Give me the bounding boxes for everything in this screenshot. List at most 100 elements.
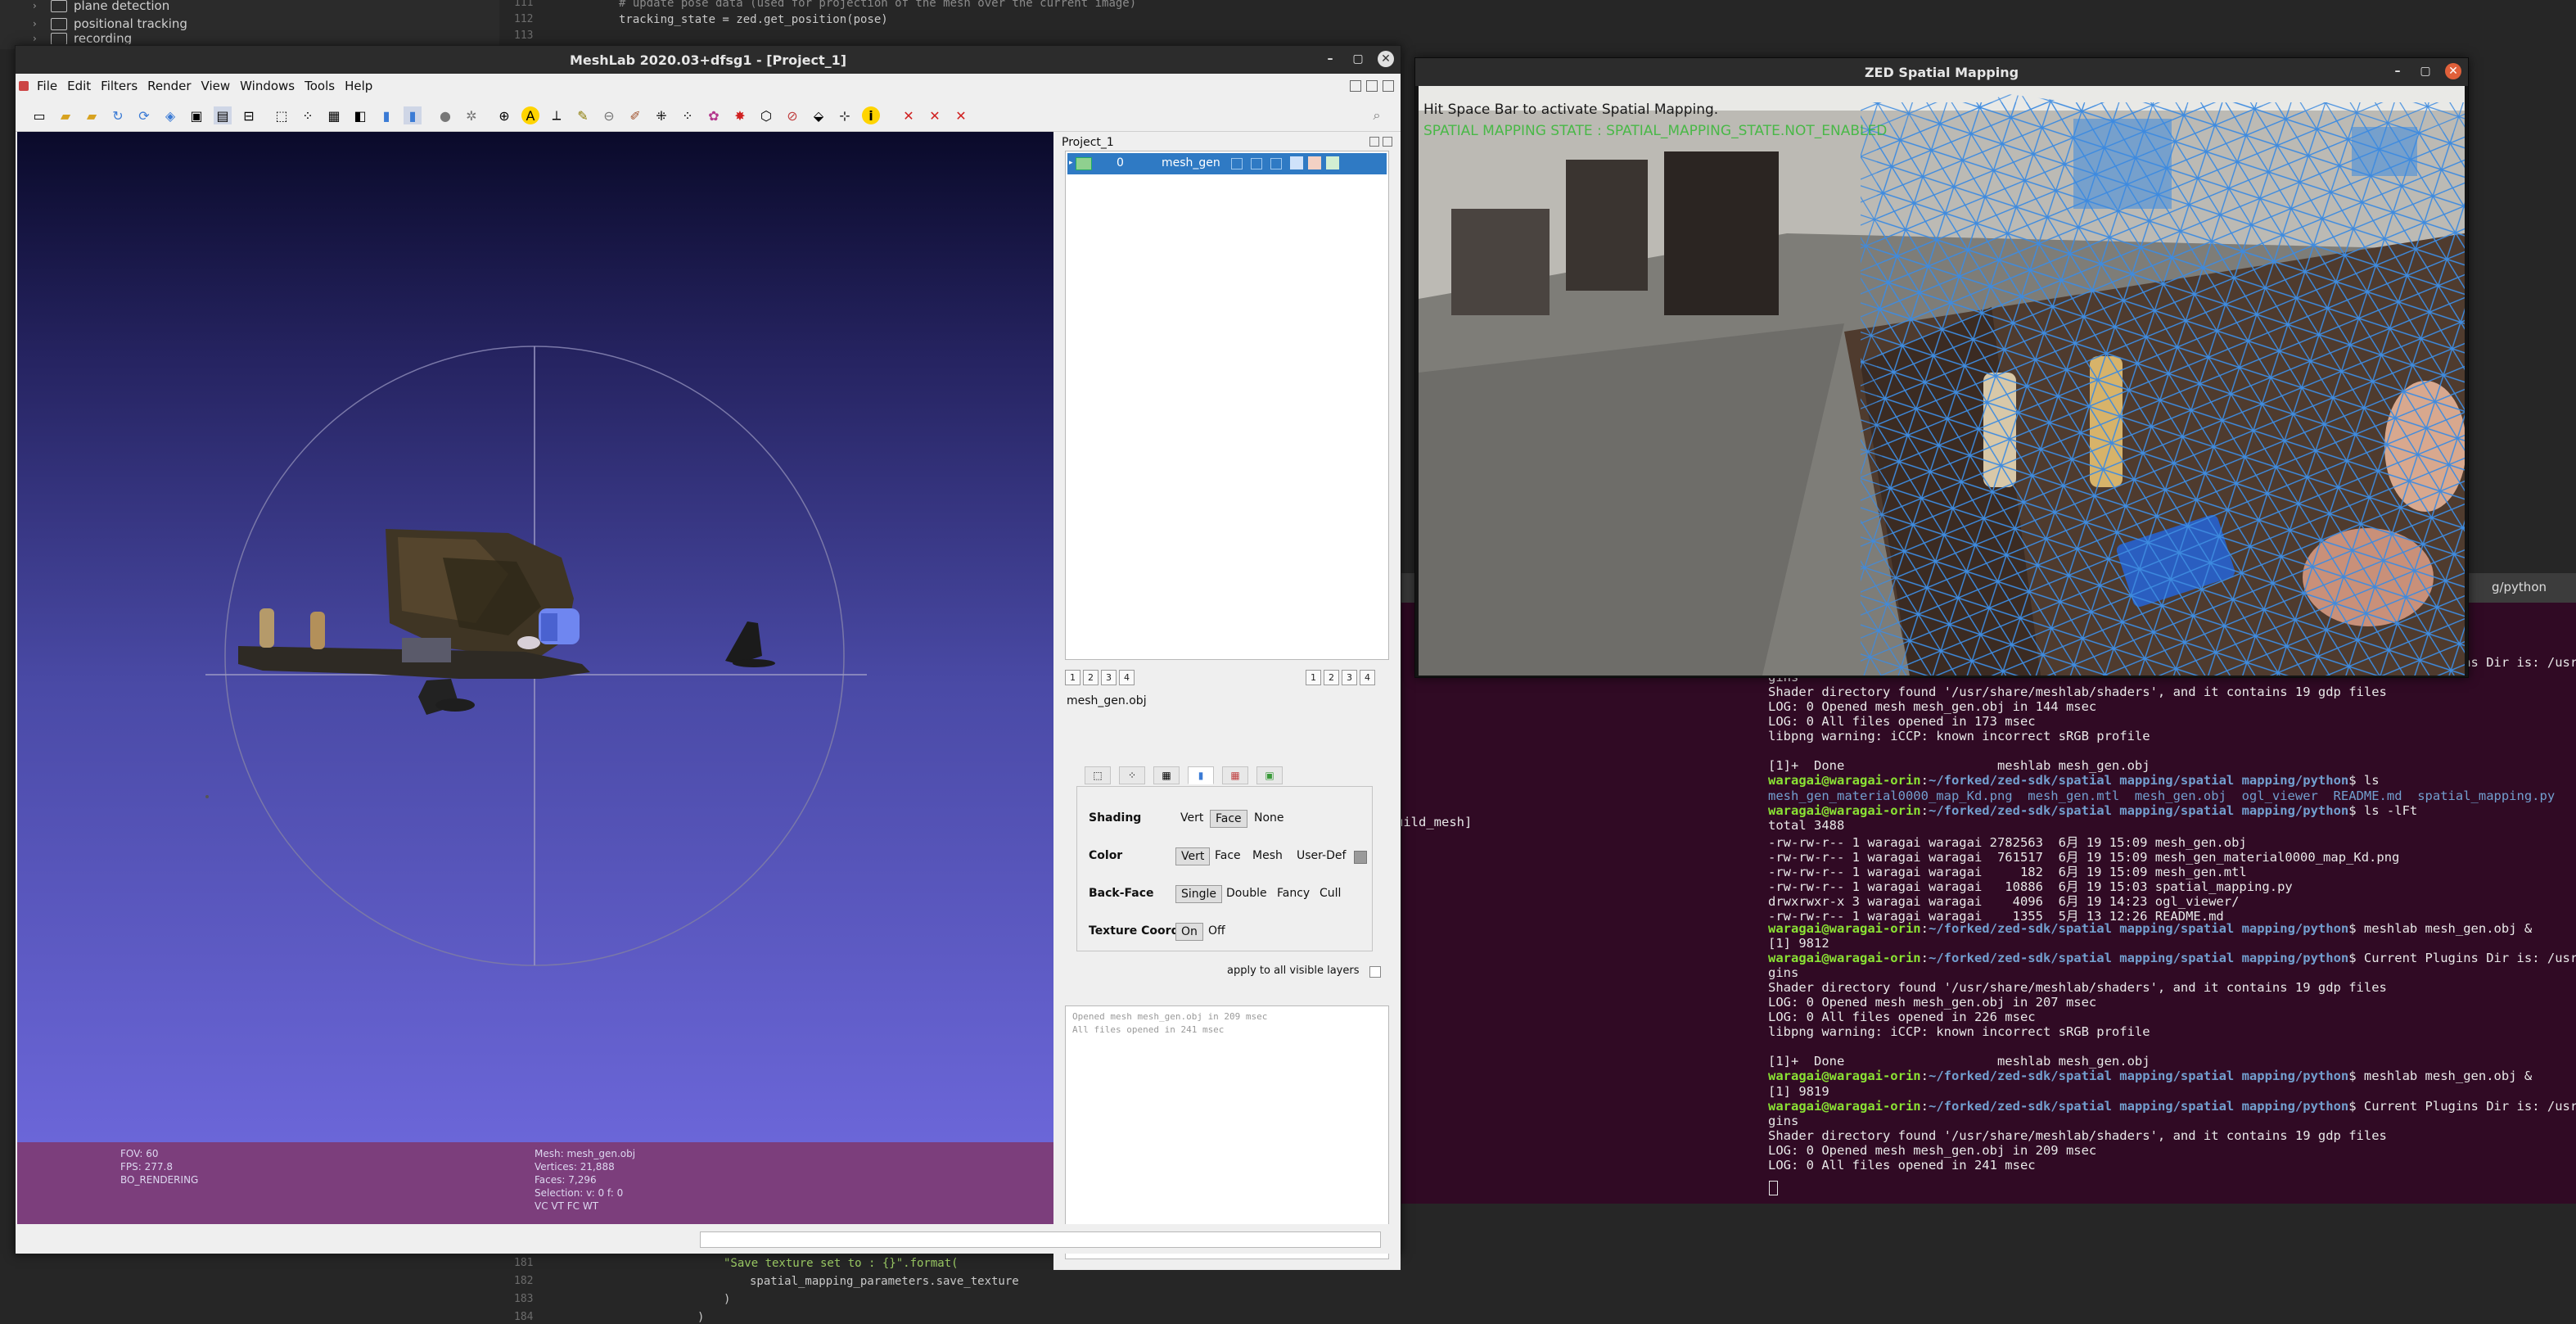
wire-render-icon[interactable] bbox=[1251, 158, 1262, 169]
close-icon[interactable]: ✕ bbox=[1378, 51, 1394, 67]
import-mesh-icon[interactable]: ▰ bbox=[83, 106, 101, 124]
maximize-icon[interactable]: ▢ bbox=[2417, 63, 2434, 79]
tab-solid-icon[interactable]: ▮ bbox=[1188, 766, 1214, 784]
panel-close-icon[interactable] bbox=[1383, 137, 1392, 147]
delete-vertices-icon[interactable]: ✕ bbox=[926, 106, 944, 124]
layer-list[interactable]: ▸ 0 mesh_gen bbox=[1065, 151, 1389, 660]
tab-wire-icon[interactable]: ▦ bbox=[1153, 766, 1180, 784]
open-project-icon[interactable]: ▰ bbox=[56, 106, 74, 124]
page-button[interactable]: 2 bbox=[1083, 670, 1099, 685]
3d-viewport[interactable] bbox=[17, 132, 1053, 1142]
camera-view[interactable]: Hit Space Bar to activate Spatial Mappin… bbox=[1419, 86, 2465, 676]
lighting-icon[interactable]: ● bbox=[436, 106, 454, 124]
trackball-icon[interactable]: ⊕ bbox=[495, 106, 513, 124]
select-faces-drag-icon[interactable]: ✸ bbox=[731, 106, 749, 124]
select-connected-icon[interactable]: ✿ bbox=[705, 106, 723, 124]
tree-item-plane-detection[interactable]: › plane detection bbox=[33, 0, 169, 15]
color-face-option[interactable]: Face bbox=[1210, 847, 1246, 864]
shading-vert-option[interactable]: Vert bbox=[1175, 810, 1208, 826]
maximize-icon[interactable]: ▢ bbox=[1350, 51, 1366, 67]
select-vertices-icon[interactable]: ⁘ bbox=[679, 106, 697, 124]
tab-points-icon[interactable]: ⁘ bbox=[1119, 766, 1145, 784]
snapshot-icon[interactable]: ▣ bbox=[187, 106, 205, 124]
smooth-icon[interactable]: ▮ bbox=[404, 106, 422, 124]
menu-filters[interactable]: Filters bbox=[96, 79, 142, 93]
texcoord-off-option[interactable]: Off bbox=[1203, 923, 1230, 939]
menu-render[interactable]: Render bbox=[142, 79, 196, 93]
tab-other-icon[interactable]: ▣ bbox=[1256, 766, 1283, 784]
points-render-icon[interactable] bbox=[1231, 158, 1243, 169]
select-area-icon[interactable]: ⬡ bbox=[757, 106, 775, 124]
page-button[interactable]: 2 bbox=[1324, 670, 1339, 685]
page-button[interactable]: 3 bbox=[1342, 670, 1357, 685]
select-z-icon[interactable]: ⊘ bbox=[783, 106, 801, 124]
delete-faces-icon[interactable]: ✕ bbox=[900, 106, 918, 124]
close-icon[interactable]: ✕ bbox=[2445, 63, 2461, 79]
tree-item-positional-tracking[interactable]: › positional tracking bbox=[33, 15, 187, 33]
minimize-icon[interactable]: – bbox=[2389, 63, 2406, 79]
color-userdef-option[interactable]: User-Def bbox=[1292, 847, 1351, 864]
page-button[interactable]: 1 bbox=[1306, 670, 1321, 685]
mdi-close-icon[interactable] bbox=[1383, 80, 1394, 92]
select-faces-icon[interactable]: ⁜ bbox=[652, 106, 670, 124]
page-button[interactable]: 1 bbox=[1065, 670, 1080, 685]
color-mesh-option[interactable]: Mesh bbox=[1247, 847, 1288, 864]
bbox-icon[interactable]: ⬚ bbox=[273, 106, 291, 124]
measure-icon[interactable]: ⟂ bbox=[548, 106, 566, 124]
trackball-gizmo[interactable] bbox=[17, 132, 1053, 1142]
points-icon[interactable]: ⁘ bbox=[299, 106, 317, 124]
wireframe-icon[interactable]: ▦ bbox=[325, 106, 343, 124]
texture-render-icon[interactable] bbox=[1326, 156, 1339, 169]
page-button[interactable]: 3 bbox=[1101, 670, 1117, 685]
backface-single-option[interactable]: Single bbox=[1175, 885, 1223, 903]
page-button[interactable]: 4 bbox=[1119, 670, 1135, 685]
two-side-icon[interactable]: ✲ bbox=[462, 106, 480, 124]
mdi-restore-icon[interactable] bbox=[1366, 80, 1378, 92]
flat-lines-icon[interactable]: ◧ bbox=[351, 106, 369, 124]
info-icon[interactable]: i bbox=[862, 106, 880, 124]
mdi-minimize-icon[interactable] bbox=[1350, 80, 1361, 92]
paint-icon[interactable]: ✐ bbox=[626, 106, 644, 124]
color-vert-option[interactable]: Vert bbox=[1175, 847, 1211, 865]
smooth-render-icon[interactable] bbox=[1290, 156, 1303, 169]
apply-all-checkbox[interactable] bbox=[1369, 966, 1381, 978]
menu-tools[interactable]: Tools bbox=[300, 79, 340, 93]
menu-edit[interactable]: Edit bbox=[62, 79, 96, 93]
delete-all-icon[interactable]: ✕ bbox=[952, 106, 970, 124]
menu-windows[interactable]: Windows bbox=[235, 79, 300, 93]
shading-none-option[interactable]: None bbox=[1249, 810, 1289, 826]
shading-face-option[interactable]: Face bbox=[1210, 810, 1247, 828]
visibility-eye-icon[interactable] bbox=[1076, 157, 1092, 170]
undock-icon[interactable] bbox=[1369, 137, 1379, 147]
backface-cull-option[interactable]: Cull bbox=[1315, 885, 1346, 901]
export-mesh-icon[interactable]: ◈ bbox=[161, 106, 179, 124]
user-color-swatch[interactable] bbox=[1354, 851, 1367, 864]
flat-icon[interactable]: ▮ bbox=[377, 106, 395, 124]
show-current-icon[interactable]: ⊟ bbox=[240, 106, 258, 124]
menu-help[interactable]: Help bbox=[340, 79, 377, 93]
color-render-icon[interactable] bbox=[1308, 156, 1321, 169]
minimize-icon[interactable]: – bbox=[1322, 51, 1338, 67]
menu-file[interactable]: File bbox=[32, 79, 62, 93]
tab-texture-icon[interactable]: ▦ bbox=[1222, 766, 1248, 784]
new-project-icon[interactable]: ▭ bbox=[30, 106, 48, 124]
layer-row-mesh-gen[interactable]: ▸ 0 mesh_gen bbox=[1067, 153, 1387, 174]
align-icon[interactable]: ⊖ bbox=[600, 106, 618, 124]
select-none-icon[interactable]: ⊹ bbox=[836, 106, 854, 124]
fov-label: FOV: 60 bbox=[120, 1148, 159, 1159]
tab-bbox-icon[interactable]: ⬚ bbox=[1085, 766, 1111, 784]
flat-render-icon[interactable] bbox=[1270, 158, 1282, 169]
texcoord-on-option[interactable]: On bbox=[1175, 923, 1203, 941]
annotate-icon[interactable]: A bbox=[521, 106, 539, 124]
pick-points-icon[interactable]: ✎ bbox=[574, 106, 592, 124]
tree-item-recording[interactable]: › recording bbox=[33, 33, 132, 44]
select-paint-icon[interactable]: ⬙ bbox=[810, 106, 828, 124]
backface-double-option[interactable]: Double bbox=[1221, 885, 1272, 901]
reload-icon[interactable]: ↻ bbox=[109, 106, 127, 124]
layers-icon[interactable]: ▤ bbox=[214, 106, 232, 124]
backface-fancy-option[interactable]: Fancy bbox=[1272, 885, 1315, 901]
search-icon[interactable]: ⌕ bbox=[1368, 106, 1386, 124]
reload-all-icon[interactable]: ⟳ bbox=[135, 106, 153, 124]
page-button[interactable]: 4 bbox=[1360, 670, 1375, 685]
menu-view[interactable]: View bbox=[196, 79, 236, 93]
